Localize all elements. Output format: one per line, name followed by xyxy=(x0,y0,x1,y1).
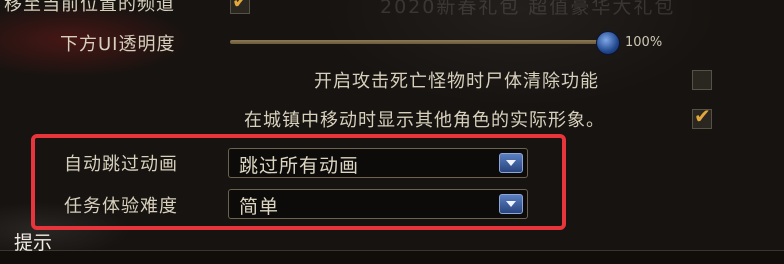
check-icon: ✔ xyxy=(232,0,249,13)
opacity-slider-knob[interactable] xyxy=(596,31,620,55)
opacity-slider-track[interactable] xyxy=(230,40,610,44)
auto-skip-selected-value: 跳过所有动画 xyxy=(239,155,360,177)
corpse-clear-label: 开启攻击死亡怪物时尸体清除功能 xyxy=(314,71,599,92)
chevron-down-icon[interactable] xyxy=(499,194,523,214)
check-icon: ✔ xyxy=(694,104,711,128)
background-banner: 2020新春礼包 超值豪华大礼包 xyxy=(380,0,676,18)
hint-label: 提示 xyxy=(14,232,53,254)
auto-skip-select[interactable]: 跳过所有动画 xyxy=(228,148,528,178)
corpse-clear-checkbox[interactable] xyxy=(692,70,712,90)
difficulty-select[interactable]: 简单 xyxy=(228,189,528,219)
auto-skip-label: 自动跳过动画 xyxy=(64,154,178,175)
difficulty-label: 任务体验难度 xyxy=(64,196,178,217)
difficulty-selected-value: 简单 xyxy=(239,196,280,218)
bottom-bar xyxy=(0,250,784,264)
opacity-value: 100% xyxy=(625,35,663,50)
channel-option-label: 移至当前位置的频道 xyxy=(4,0,175,15)
channel-option-checkbox[interactable]: ✔ xyxy=(230,0,250,14)
town-display-checkbox[interactable]: ✔ xyxy=(692,105,712,129)
town-display-label: 在城镇中移动时显示其他角色的实际形象。 xyxy=(244,110,605,131)
opacity-label: 下方UI透明度 xyxy=(60,34,176,55)
chevron-down-icon[interactable] xyxy=(499,153,523,173)
